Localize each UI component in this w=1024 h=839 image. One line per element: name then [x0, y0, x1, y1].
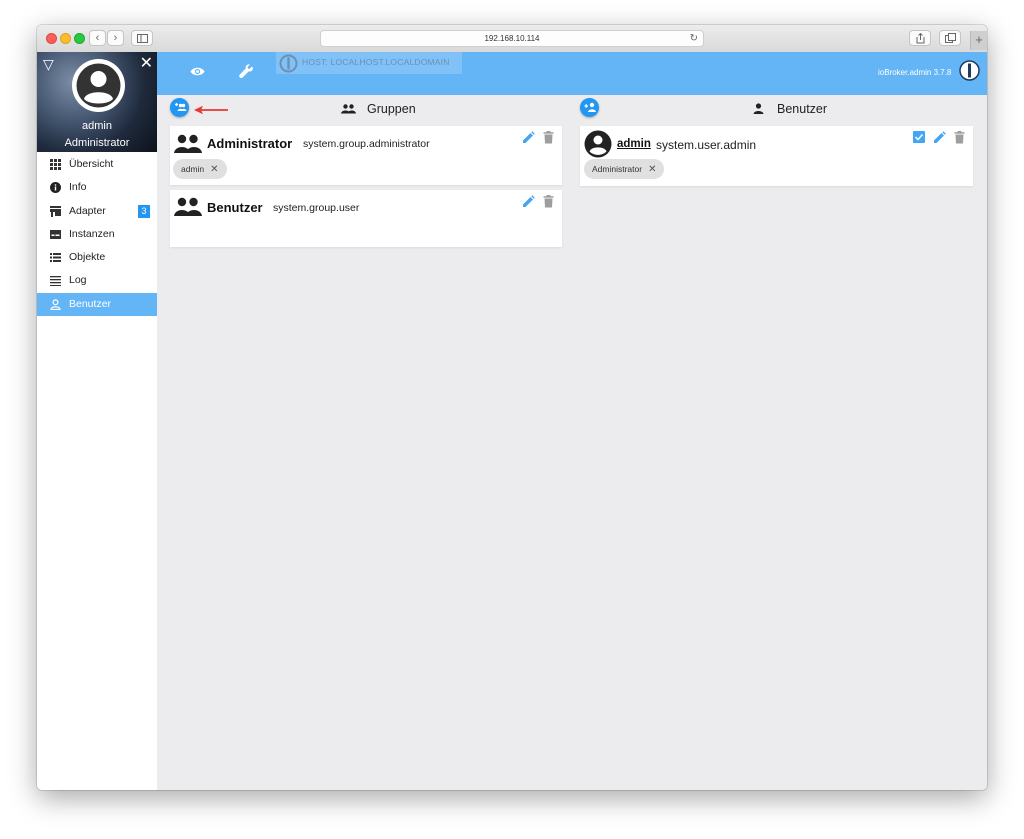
add-group-button[interactable]	[170, 98, 189, 117]
wrench-icon[interactable]	[239, 64, 254, 79]
user-title[interactable]: admin	[617, 138, 651, 150]
close-icon[interactable]: ✕	[140, 53, 153, 73]
iobroker-logo-icon	[279, 54, 298, 73]
profile-user-role: Administrator	[64, 137, 130, 149]
sidebar-item-label: Adapter	[69, 204, 106, 217]
sidebar-item-label: Instanzen	[69, 227, 115, 240]
version-label: ioBroker.admin 3.7.8	[878, 68, 952, 77]
edit-icon[interactable]	[522, 131, 535, 144]
zoom-window-button[interactable]	[74, 33, 85, 44]
adapter-update-badge: 3	[138, 204, 150, 218]
remove-chip-icon[interactable]: ✕	[648, 164, 656, 175]
sidebar-item-objects[interactable]: Objekte	[37, 246, 157, 269]
add-group-icon	[175, 103, 187, 111]
person-icon	[753, 103, 764, 114]
profile-user-name: admin	[82, 120, 112, 132]
delete-icon[interactable]	[543, 131, 554, 144]
person-icon	[50, 299, 61, 310]
sidebar-item-log[interactable]: Log	[37, 269, 157, 292]
group-title: Benutzer	[207, 200, 263, 215]
account-circle-icon	[584, 130, 612, 158]
user-card-admin[interactable]: admin system.user.admin Administrator ✕	[580, 126, 973, 186]
main-content: Gruppen Administrator system.group.admin…	[157, 95, 987, 790]
address-bar[interactable]: 192.168.10.114 ↻	[320, 30, 704, 47]
sidebar-item-label: Benutzer	[69, 297, 112, 310]
chevron-right-icon: ›	[113, 32, 118, 44]
menu-triangle-icon[interactable]: ▽	[43, 56, 54, 73]
list-icon	[50, 253, 61, 263]
iobroker-logo-icon[interactable]	[959, 60, 980, 81]
host-label: HOST: LOCALHOST.LOCALDOMAIN	[302, 57, 450, 67]
chevron-left-icon: ‹	[95, 32, 100, 44]
tabs-icon	[944, 33, 956, 43]
group-card-user[interactable]: Benutzer system.group.user	[170, 190, 562, 247]
app-bar: HOST: LOCALHOST.LOCALDOMAIN ioBroker.adm…	[157, 52, 987, 95]
group-icon	[174, 134, 202, 153]
grid-icon	[50, 159, 61, 170]
sidebar-item-instances[interactable]: Instanzen	[37, 223, 157, 246]
account-icon	[76, 63, 121, 108]
log-icon	[50, 276, 61, 287]
browser-window: ‹ › 192.168.10.114 ↻ + ▽ ✕ admin Adminis…	[37, 25, 987, 790]
group-card-administrator[interactable]: Administrator system.group.administrator…	[170, 126, 562, 185]
close-window-button[interactable]	[46, 33, 57, 44]
sidebar-icon	[136, 34, 148, 43]
sidebar-item-adapter[interactable]: Adapter 3	[37, 200, 157, 223]
forward-button[interactable]: ›	[107, 30, 124, 46]
user-profile-header: ▽ ✕ admin Administrator	[37, 52, 157, 152]
sidebar-item-info[interactable]: Info	[37, 176, 157, 199]
sidebar-item-label: Log	[69, 274, 87, 287]
browser-toolbar: ‹ › 192.168.10.114 ↻ +	[37, 25, 987, 53]
user-id: system.user.admin	[656, 138, 757, 152]
chip-label: Administrator	[592, 164, 643, 174]
minimize-window-button[interactable]	[60, 33, 71, 44]
sidebar-nav: Übersicht Info Adapter 3 Instanzen Objek…	[37, 153, 157, 317]
sidebar-item-label: Übersicht	[69, 158, 114, 170]
sidebar-item-label: Info	[69, 181, 87, 194]
tabs-overview-button[interactable]	[939, 30, 961, 46]
sidebar-item-label: Objekte	[69, 251, 106, 264]
member-chip[interactable]: admin ✕	[173, 159, 227, 179]
edit-icon[interactable]	[522, 195, 535, 208]
plus-icon: +	[975, 32, 983, 47]
sidebar-toggle-button[interactable]	[131, 30, 153, 46]
chip-label: admin	[181, 164, 205, 174]
delete-icon[interactable]	[543, 195, 554, 208]
share-icon	[916, 32, 924, 44]
users-header: Benutzer	[777, 102, 828, 116]
store-icon	[50, 205, 61, 217]
info-icon	[50, 182, 61, 194]
sidebar-item-users[interactable]: Benutzer	[37, 292, 157, 317]
back-button[interactable]: ‹	[89, 30, 106, 46]
reload-icon[interactable]: ↻	[690, 31, 698, 46]
new-tab-button[interactable]: +	[970, 31, 987, 50]
remove-chip-icon[interactable]: ✕	[210, 164, 218, 175]
add-user-button[interactable]	[580, 98, 599, 117]
sidebar-item-overview[interactable]: Übersicht	[37, 153, 157, 176]
instances-icon	[50, 229, 61, 239]
edit-icon[interactable]	[933, 131, 946, 144]
annotation-arrow-icon	[194, 105, 228, 115]
group-icon	[174, 197, 202, 216]
share-button[interactable]	[909, 30, 931, 46]
add-user-icon	[584, 102, 596, 112]
group-title: Administrator	[207, 136, 293, 151]
url-text: 192.168.10.114	[484, 34, 540, 43]
enabled-checkbox-icon[interactable]	[913, 131, 925, 143]
group-chip[interactable]: Administrator ✕	[584, 159, 665, 179]
avatar	[72, 59, 125, 112]
group-id: system.group.administrator	[303, 138, 430, 150]
delete-icon[interactable]	[954, 131, 965, 144]
groups-header: Gruppen	[367, 102, 416, 116]
eye-icon[interactable]	[190, 66, 205, 77]
group-id: system.group.user	[273, 202, 360, 214]
sidebar: ▽ ✕ admin Administrator Übersicht Info A…	[37, 52, 157, 790]
group-icon	[341, 104, 356, 114]
